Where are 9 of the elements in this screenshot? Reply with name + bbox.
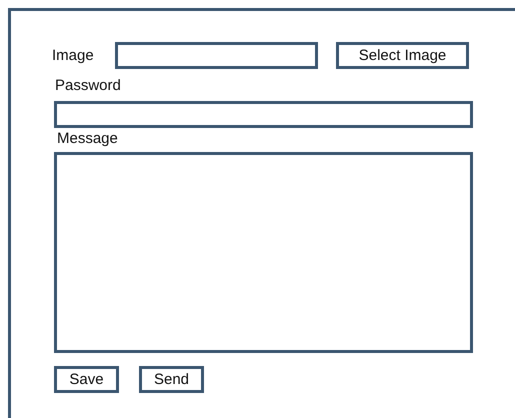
field-label: Password	[55, 77, 121, 95]
select-image-button[interactable]: Select Image	[336, 42, 469, 69]
image-input-field[interactable]	[115, 42, 318, 69]
message-text-area[interactable]	[54, 152, 473, 353]
password-input-field[interactable]	[54, 101, 473, 128]
send-button[interactable]: Send	[139, 366, 204, 393]
field-label: Image	[52, 46, 95, 64]
save-button[interactable]: Save	[54, 366, 119, 393]
field-label: Message	[57, 130, 118, 148]
